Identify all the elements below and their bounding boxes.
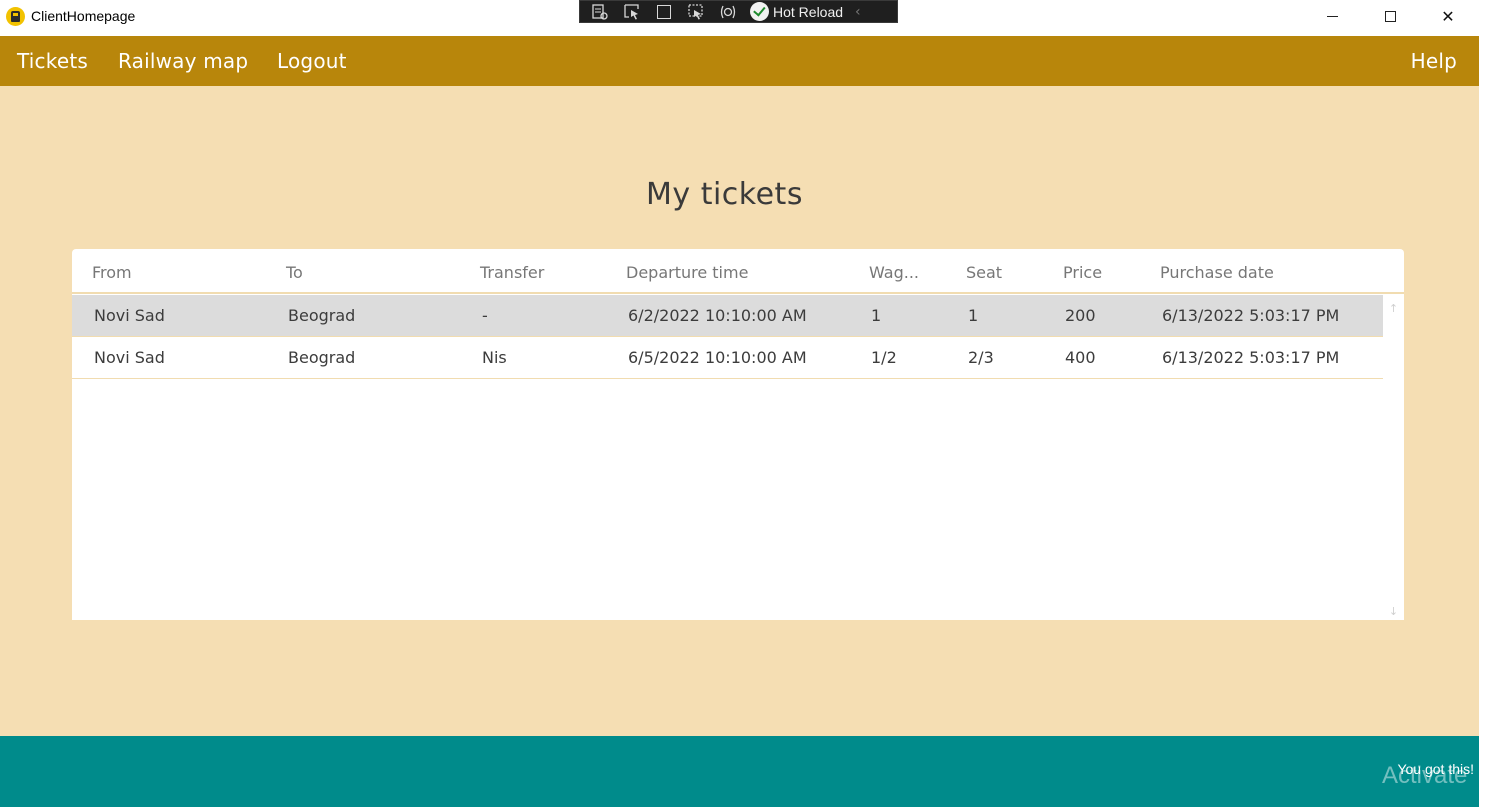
- cell-from: Novi Sad: [94, 306, 165, 325]
- table-header: From To Transfer Departure time Wag... S…: [72, 249, 1404, 294]
- maximize-icon: [1384, 10, 1396, 22]
- cell-to: Beograd: [288, 348, 356, 367]
- column-header-departure-time[interactable]: Departure time: [626, 263, 748, 282]
- cell-price: 400: [1065, 348, 1096, 367]
- nav-help[interactable]: Help: [1411, 49, 1457, 73]
- cell-wagon: 1/2: [871, 348, 897, 367]
- column-header-transfer[interactable]: Transfer: [480, 263, 544, 282]
- scroll-up-arrow-icon[interactable]: ↑: [1383, 301, 1404, 317]
- tickets-table: From To Transfer Departure time Wag... S…: [72, 249, 1404, 620]
- table-row[interactable]: Novi Sad Beograd Nis 6/5/2022 10:10:00 A…: [72, 337, 1383, 379]
- column-header-from[interactable]: From: [92, 263, 132, 282]
- cell-to: Beograd: [288, 306, 356, 325]
- column-header-to[interactable]: To: [286, 263, 303, 282]
- column-header-price[interactable]: Price: [1063, 263, 1102, 282]
- select-element-icon[interactable]: [620, 3, 644, 21]
- column-header-purchase-date[interactable]: Purchase date: [1160, 263, 1274, 282]
- hot-reload-label[interactable]: Hot Reload: [773, 4, 843, 20]
- cell-wagon: 1: [871, 306, 882, 325]
- app-content: Tickets Railway map Logout Help My ticke…: [0, 36, 1479, 807]
- cell-seat: 2/3: [968, 348, 994, 367]
- cell-departure-time: 6/2/2022 10:10:00 AM: [628, 306, 807, 325]
- binding-failures-icon[interactable]: [716, 3, 740, 21]
- footer-text: You got this!: [1397, 761, 1474, 777]
- minimize-icon: [1326, 15, 1338, 17]
- page-title: My tickets: [646, 177, 803, 212]
- column-header-seat[interactable]: Seat: [966, 263, 1002, 282]
- column-header-wagon[interactable]: Wag...: [869, 263, 919, 282]
- maximize-button[interactable]: [1361, 0, 1419, 32]
- cell-price: 200: [1065, 306, 1096, 325]
- table-body: Novi Sad Beograd - 6/2/2022 10:10:00 AM …: [72, 295, 1383, 379]
- scroll-down-arrow-icon[interactable]: ↓: [1383, 604, 1404, 620]
- table-row[interactable]: Novi Sad Beograd - 6/2/2022 10:10:00 AM …: [72, 295, 1383, 337]
- close-button[interactable]: ✕: [1419, 0, 1477, 32]
- hot-reload-check-icon: [750, 2, 769, 21]
- collapse-toolbar-icon[interactable]: ‹: [855, 4, 861, 20]
- cell-seat: 1: [968, 306, 979, 325]
- application-window: ClientHomepage Hot Reload ‹ ✕ Tickets Ra…: [0, 0, 1485, 807]
- nav-railway-map[interactable]: Railway map: [118, 49, 248, 73]
- minimize-button[interactable]: [1303, 0, 1361, 32]
- live-visual-tree-icon[interactable]: [588, 3, 612, 21]
- cell-transfer: Nis: [482, 348, 507, 367]
- track-focused-element-icon[interactable]: [684, 3, 708, 21]
- nav-tickets[interactable]: Tickets: [17, 49, 88, 73]
- vertical-scrollbar[interactable]: ↑ ↓: [1383, 295, 1404, 620]
- nav-logout[interactable]: Logout: [277, 49, 347, 73]
- cell-purchase-date: 6/13/2022 5:03:17 PM: [1162, 306, 1340, 325]
- train-app-icon: [6, 7, 25, 26]
- close-icon: ✕: [1441, 6, 1455, 26]
- cell-from: Novi Sad: [94, 348, 165, 367]
- display-layout-adorners-icon[interactable]: [652, 3, 676, 21]
- debug-toolbar: Hot Reload ‹: [579, 0, 898, 23]
- cell-transfer: -: [482, 306, 488, 325]
- window-title: ClientHomepage: [31, 8, 136, 24]
- cell-purchase-date: 6/13/2022 5:03:17 PM: [1162, 348, 1340, 367]
- cell-departure-time: 6/5/2022 10:10:00 AM: [628, 348, 807, 367]
- navbar: Tickets Railway map Logout Help: [0, 36, 1479, 86]
- footer: You got this!: [0, 736, 1479, 807]
- title-bar: ClientHomepage Hot Reload ‹ ✕: [0, 0, 1485, 36]
